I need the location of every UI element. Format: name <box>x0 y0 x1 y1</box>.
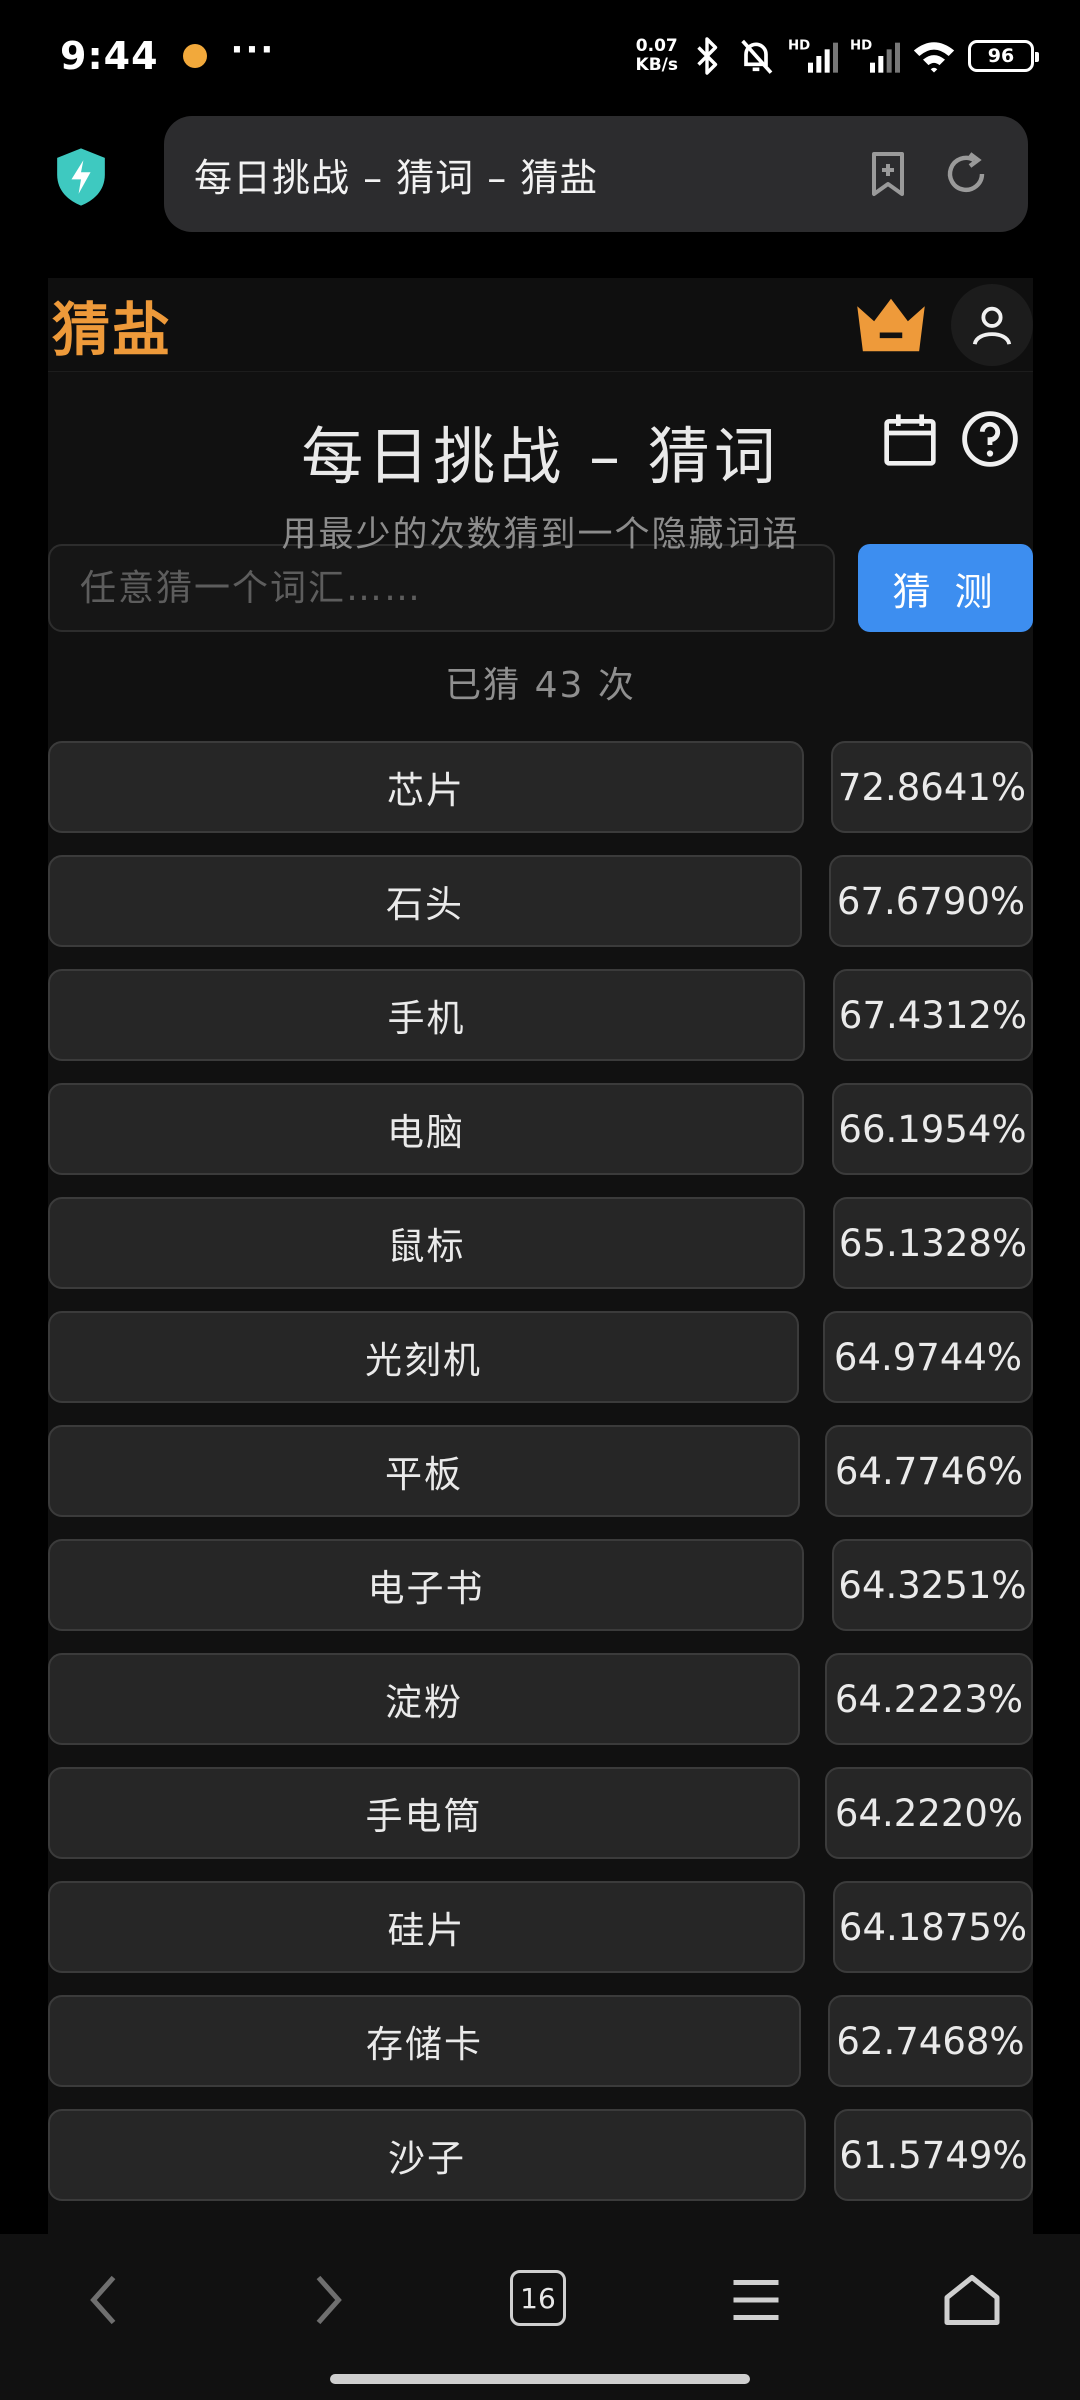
guess-count: 已猜 43 次 <box>445 665 636 706</box>
notification-app-icon <box>182 44 207 68</box>
menu-icon[interactable] <box>726 2270 786 2330</box>
result-row: 存储卡 62.7468% <box>48 1984 1033 2098</box>
result-similarity: 64.2220% <box>825 1767 1033 1859</box>
signal-hd-2-icon: HD <box>850 38 900 73</box>
home-icon[interactable] <box>942 2270 1002 2330</box>
result-row: 平板 64.7746% <box>48 1414 1033 1528</box>
result-row: 鼠标 65.1328% <box>48 1186 1033 1300</box>
site-logo[interactable]: 猜盐 <box>52 283 172 367</box>
svg-text:HD: HD <box>788 38 810 53</box>
result-row: 电子书 64.3251% <box>48 1528 1033 1642</box>
signal-hd-1-icon: HD <box>788 38 838 73</box>
result-similarity: 62.7468% <box>828 1995 1033 2087</box>
address-bar[interactable]: 每日挑战 – 猜词 – 猜盐 <box>164 116 1028 232</box>
result-similarity: 61.5749% <box>834 2109 1033 2201</box>
forward-arrow-icon[interactable] <box>296 2270 356 2330</box>
result-word[interactable]: 鼠标 <box>48 1197 805 1289</box>
result-word[interactable]: 沙子 <box>48 2109 806 2201</box>
status-time: 9:44 <box>60 34 159 78</box>
calendar-icon[interactable] <box>882 412 938 468</box>
bluetooth-icon <box>697 37 718 75</box>
result-row: 沙子 61.5749% <box>48 2098 1033 2212</box>
user-icon <box>972 306 1012 345</box>
result-similarity: 67.4312% <box>833 969 1033 1061</box>
svg-text:HD: HD <box>850 38 872 53</box>
result-row: 手电筒 64.2220% <box>48 1756 1033 1870</box>
mute-bell-icon <box>741 39 773 74</box>
bookmark-plus-icon[interactable] <box>864 150 912 198</box>
result-word[interactable]: 光刻机 <box>48 1311 799 1403</box>
result-word[interactable]: 手电筒 <box>48 1767 800 1859</box>
more-notifications-icon: ··· <box>230 30 276 70</box>
network-speed: 0.07 KB/s <box>635 36 678 75</box>
challenge-subtitle: 用最少的次数猜到一个隐藏词语 <box>281 515 800 555</box>
user-account-button[interactable] <box>951 283 1033 366</box>
result-word[interactable]: 石头 <box>48 855 802 947</box>
result-similarity: 64.7746% <box>825 1425 1033 1517</box>
result-similarity: 64.1875% <box>833 1881 1033 1973</box>
result-similarity: 64.9744% <box>823 1311 1033 1403</box>
result-similarity: 72.8641% <box>831 741 1033 833</box>
page-title-in-address-bar: 每日挑战 – 猜词 – 猜盐 <box>194 155 599 200</box>
tabs-button[interactable]: 16 <box>510 2270 566 2326</box>
reload-icon[interactable] <box>942 150 990 198</box>
result-row: 硅片 64.1875% <box>48 1870 1033 1984</box>
result-word[interactable]: 硅片 <box>48 1881 805 1973</box>
gesture-home-indicator[interactable] <box>330 2374 750 2384</box>
result-row: 光刻机 64.9744% <box>48 1300 1033 1414</box>
result-word[interactable]: 存储卡 <box>48 1995 801 2087</box>
result-row: 电脑 66.1954% <box>48 1072 1033 1186</box>
wifi-icon <box>913 42 955 73</box>
result-row: 淀粉 64.2223% <box>48 1642 1033 1756</box>
result-row: 芯片 72.8641% <box>48 730 1033 844</box>
guess-button[interactable]: 猜 测 <box>858 544 1033 632</box>
result-similarity: 66.1954% <box>832 1083 1033 1175</box>
result-similarity: 65.1328% <box>833 1197 1033 1289</box>
result-row: 石头 67.6790% <box>48 844 1033 958</box>
result-word[interactable]: 电脑 <box>48 1083 804 1175</box>
results-list: 芯片 72.8641% 石头 67.6790% 手机 67.4312% 电脑 66.1954%… <box>48 730 1033 2212</box>
result-word[interactable]: 平板 <box>48 1425 800 1517</box>
crown-icon[interactable] <box>853 295 929 355</box>
result-similarity: 67.6790% <box>829 855 1033 947</box>
guess-input[interactable] <box>48 544 835 632</box>
shield-bolt-icon[interactable] <box>52 146 110 208</box>
status-bar: 9:44 ··· 0.07 KB/s HD HD 96 <box>0 0 1080 112</box>
back-arrow-icon[interactable] <box>76 2270 136 2330</box>
result-row: 手机 67.4312% <box>48 958 1033 1072</box>
battery-indicator: 96 <box>968 40 1039 72</box>
site-header: 猜盐 <box>48 278 1033 372</box>
help-circle-icon[interactable] <box>961 410 1019 468</box>
browser-address-row: 每日挑战 – 猜词 – 猜盐 <box>0 112 1080 238</box>
challenge-header: 每日挑战 – 猜词 用最少的次数猜到一个隐藏词语 <box>48 372 1033 555</box>
result-similarity: 64.3251% <box>832 1539 1033 1631</box>
web-page: 猜盐 每日挑战 – 猜词 用最少的次数猜到一个隐藏词语 任意猜一个词汇…… 猜 … <box>48 278 1033 2234</box>
result-word[interactable]: 电子书 <box>48 1539 804 1631</box>
tab-count: 16 <box>520 2281 556 2315</box>
result-word[interactable]: 手机 <box>48 969 805 1061</box>
result-word[interactable]: 淀粉 <box>48 1653 800 1745</box>
result-similarity: 64.2223% <box>825 1653 1033 1745</box>
result-word[interactable]: 芯片 <box>48 741 804 833</box>
